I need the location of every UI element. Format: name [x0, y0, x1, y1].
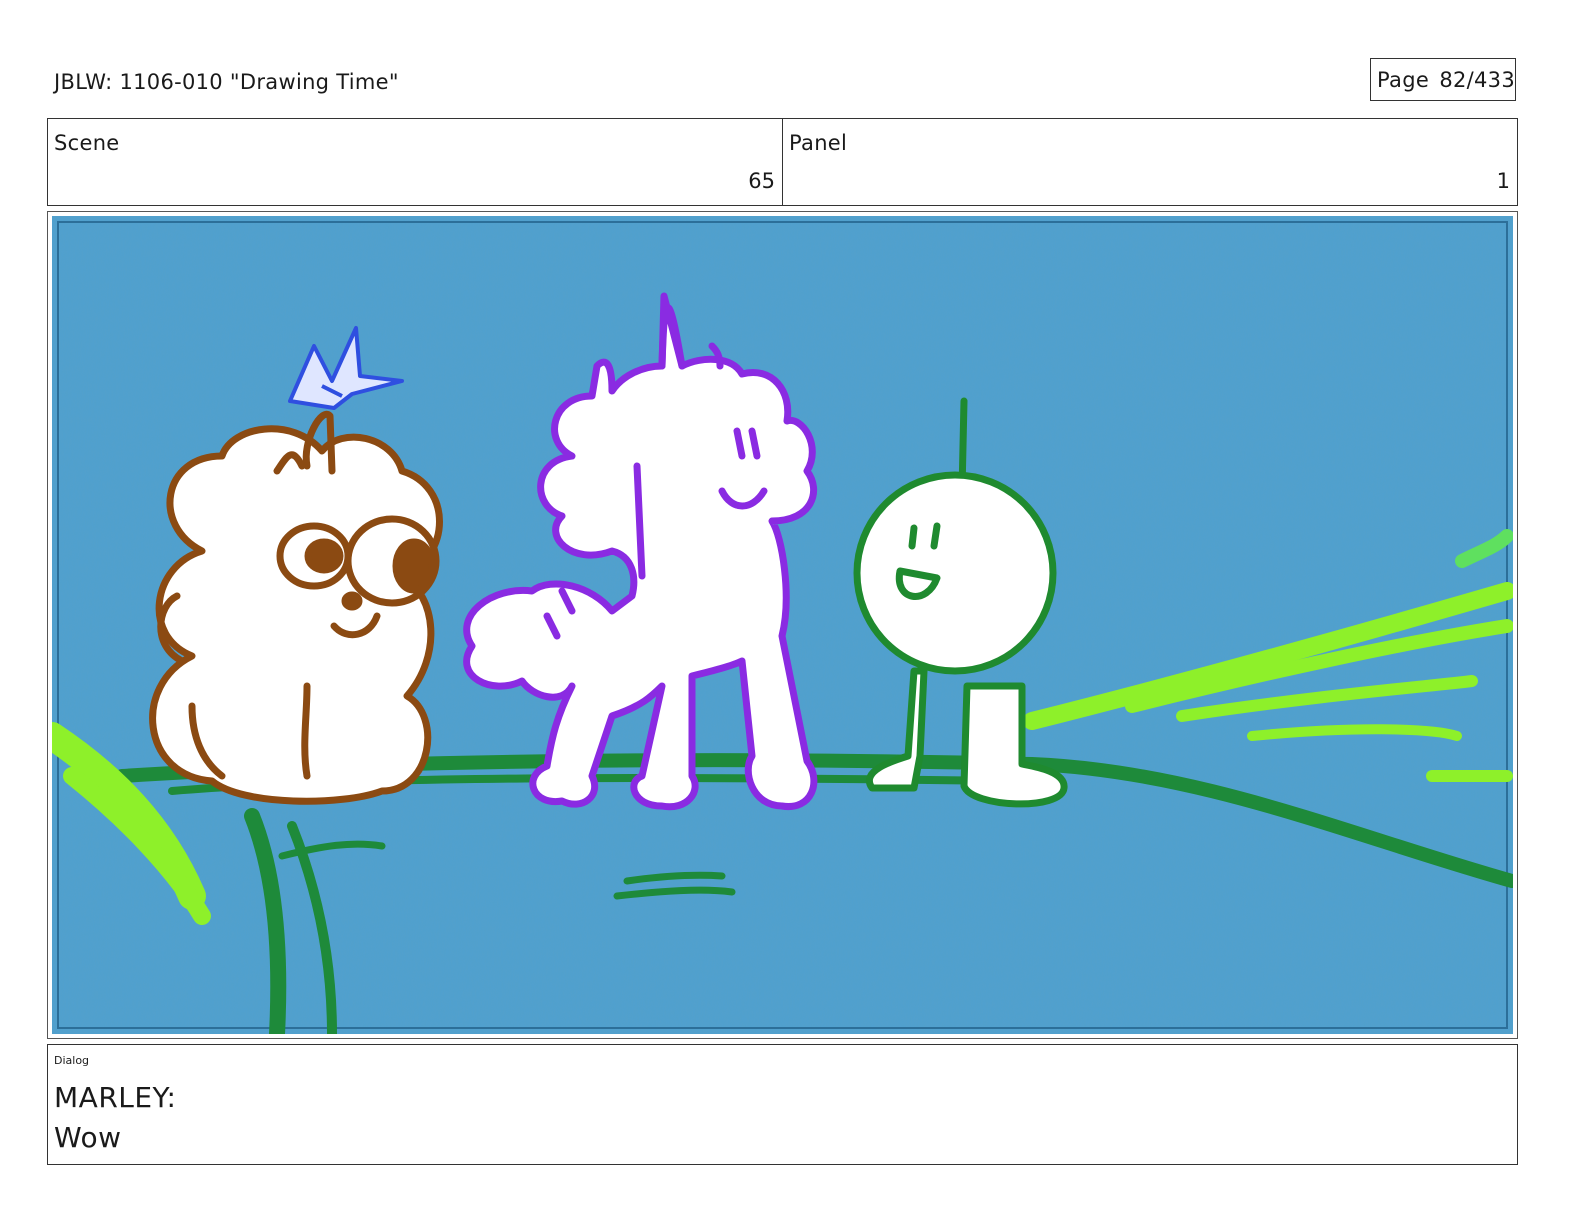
- page-label: Page: [1377, 67, 1430, 92]
- dialog-line: Wow: [54, 1121, 122, 1154]
- dialog-label: Dialog: [54, 1054, 90, 1067]
- scene-cell: Scene 65: [48, 119, 782, 205]
- panel-cell: Panel 1: [782, 119, 1517, 205]
- dialog-speaker: MARLEY:: [54, 1081, 177, 1114]
- page-counter: Page 82/433: [1370, 58, 1516, 101]
- bear-character: [149, 410, 443, 805]
- scene-number: 65: [748, 169, 775, 193]
- panel-label: Panel: [789, 131, 848, 155]
- dialog-box: Dialog MARLEY: Wow: [47, 1044, 1518, 1165]
- document-title: JBLW: 1106-010 "Drawing Time": [54, 70, 399, 94]
- scene-panel-info: Scene 65 Panel 1: [47, 118, 1518, 206]
- panel-number: 1: [1496, 169, 1510, 193]
- page-number: 82/433: [1439, 67, 1515, 92]
- scene-label: Scene: [54, 131, 120, 155]
- panel-illustration: [52, 216, 1513, 1034]
- storyboard-panel: [47, 211, 1518, 1039]
